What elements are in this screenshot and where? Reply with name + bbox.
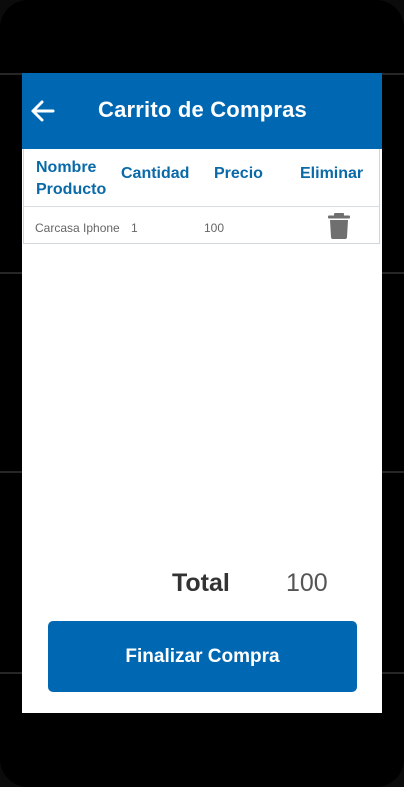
bezel-line xyxy=(0,471,22,473)
column-header-price: Precio xyxy=(214,165,263,182)
finish-purchase-button[interactable]: Finalizar Compra xyxy=(48,621,357,692)
column-header-name: Nombre Producto xyxy=(36,157,126,201)
column-header-name-line1: Nombre xyxy=(36,159,97,176)
cell-product-name: Carcasa Iphone xyxy=(35,221,120,235)
bezel-line xyxy=(0,672,22,674)
back-button[interactable] xyxy=(24,91,60,131)
arrow-left-icon xyxy=(31,100,55,122)
app-screen: Carrito de Compras Nombre Producto Canti… xyxy=(22,73,382,713)
app-bar: Carrito de Compras xyxy=(22,73,382,149)
column-header-delete: Eliminar xyxy=(300,165,364,182)
bezel-line xyxy=(0,73,22,75)
cart-table: Nombre Producto Cantidad Precio Eliminar… xyxy=(23,149,380,244)
cell-quantity: 1 xyxy=(131,221,138,235)
header-divider xyxy=(24,206,379,207)
total-label: Total xyxy=(172,569,230,597)
column-header-quantity: Cantidad xyxy=(121,165,190,182)
delete-item-button[interactable] xyxy=(326,212,352,240)
bezel-line xyxy=(382,471,404,473)
bezel-line xyxy=(382,272,404,274)
total-value: 100 xyxy=(286,569,328,597)
page-title: Carrito de Compras xyxy=(98,97,307,122)
cell-price: 100 xyxy=(204,221,225,235)
bezel-line xyxy=(0,272,22,274)
device-frame: Carrito de Compras Nombre Producto Canti… xyxy=(0,0,404,787)
trash-icon xyxy=(328,213,350,239)
bezel-line xyxy=(382,73,404,75)
bezel-line xyxy=(382,672,404,674)
column-header-name-line2: Producto xyxy=(36,181,107,198)
